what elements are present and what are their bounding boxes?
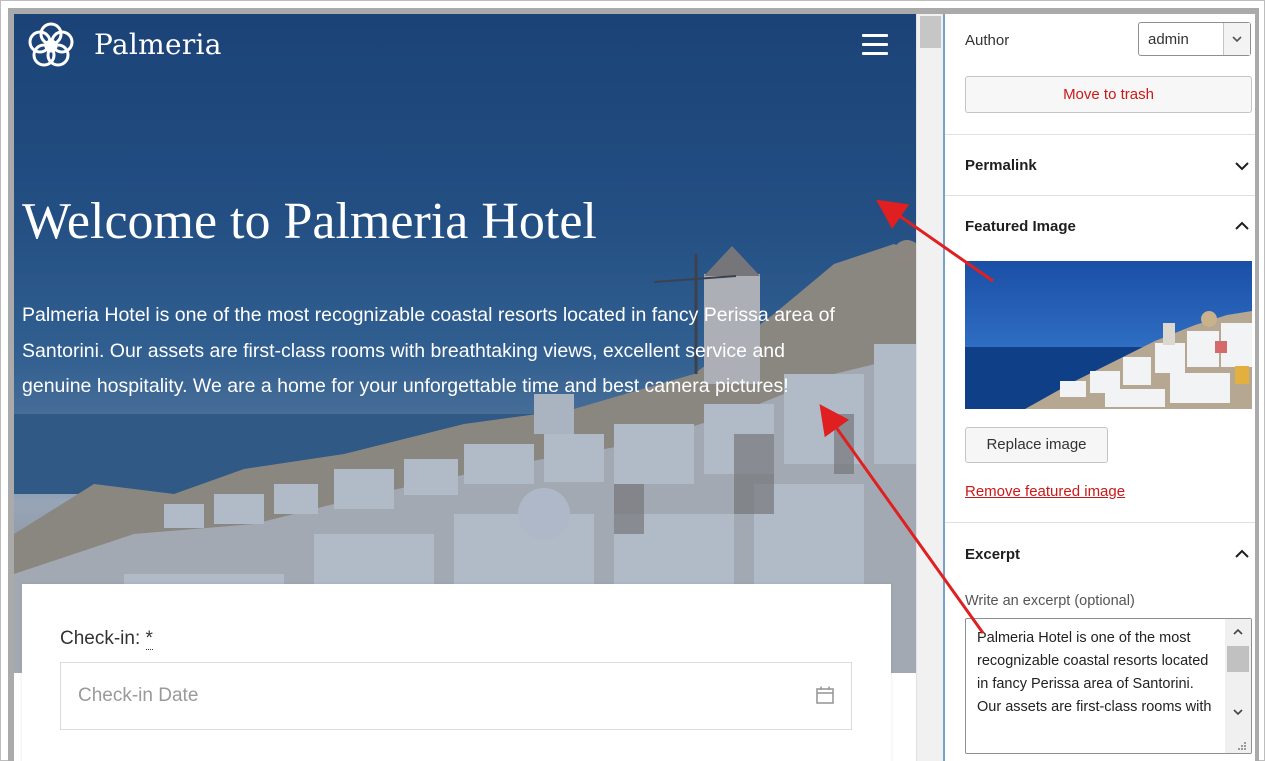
calendar-icon[interactable]	[815, 685, 835, 705]
divider	[945, 522, 1255, 523]
scroll-down-icon[interactable]	[1231, 705, 1245, 719]
permalink-panel-title[interactable]: Permalink	[965, 157, 1037, 174]
remove-featured-image-link[interactable]: Remove featured image	[965, 483, 1125, 500]
excerpt-scrollbar[interactable]	[1225, 619, 1251, 753]
checkin-placeholder: Check-in Date	[78, 685, 199, 706]
excerpt-text: Palmeria Hotel is one of the most recogn…	[977, 630, 1212, 715]
hamburger-menu-icon[interactable]	[862, 34, 892, 58]
booking-form: Check-in: * Check-in Date	[22, 584, 891, 761]
select-arrow[interactable]	[1223, 23, 1250, 55]
divider	[945, 134, 1255, 135]
featured-image	[965, 261, 1252, 409]
checkin-label-text: Check-in:	[60, 628, 141, 649]
author-label: Author	[965, 32, 1010, 49]
chevron-down-icon[interactable]	[1234, 158, 1250, 174]
preview-scrollbar-thumb[interactable]	[920, 16, 941, 48]
resize-grip-icon[interactable]	[1237, 741, 1247, 751]
editor-sidebar: Author admin Move to trash Permalink Fea…	[943, 14, 1255, 761]
author-select-value: admin	[1148, 31, 1189, 48]
featured-image-panel-title[interactable]: Featured Image	[965, 218, 1076, 235]
page-preview: Palmeria Welcome to Palmeria Hotel Palme…	[14, 14, 943, 761]
hero-description: Palmeria Hotel is one of the most recogn…	[22, 304, 835, 397]
move-to-trash-button[interactable]: Move to trash	[965, 76, 1252, 113]
chevron-up-icon[interactable]	[1234, 218, 1250, 234]
preview-scrollbar[interactable]	[916, 14, 943, 761]
featured-image-thumbnail[interactable]	[965, 261, 1252, 409]
excerpt-panel-title[interactable]: Excerpt	[965, 546, 1020, 563]
hero-section: Palmeria Welcome to Palmeria Hotel Palme…	[14, 14, 916, 673]
author-select[interactable]: admin	[1138, 22, 1251, 56]
window: Palmeria Welcome to Palmeria Hotel Palme…	[8, 8, 1259, 761]
excerpt-textarea[interactable]: Palmeria Hotel is one of the most recogn…	[965, 618, 1252, 754]
flower-logo-icon[interactable]	[24, 18, 78, 72]
replace-image-button[interactable]: Replace image	[965, 427, 1108, 463]
divider	[945, 195, 1255, 196]
excerpt-field-label: Write an excerpt (optional)	[965, 593, 1135, 609]
scroll-up-icon[interactable]	[1231, 625, 1245, 639]
screenshot-frame: Palmeria Welcome to Palmeria Hotel Palme…	[0, 0, 1265, 761]
checkin-date-input[interactable]: Check-in Date	[60, 662, 852, 730]
required-mark: *	[145, 628, 153, 650]
site-name[interactable]: Palmeria	[94, 28, 222, 61]
excerpt-scrollbar-thumb[interactable]	[1227, 646, 1249, 672]
chevron-up-icon[interactable]	[1234, 546, 1250, 562]
checkin-label: Check-in: *	[60, 628, 153, 650]
chevron-down-icon	[1232, 36, 1242, 43]
hero-title: Welcome to Palmeria Hotel	[22, 193, 597, 250]
